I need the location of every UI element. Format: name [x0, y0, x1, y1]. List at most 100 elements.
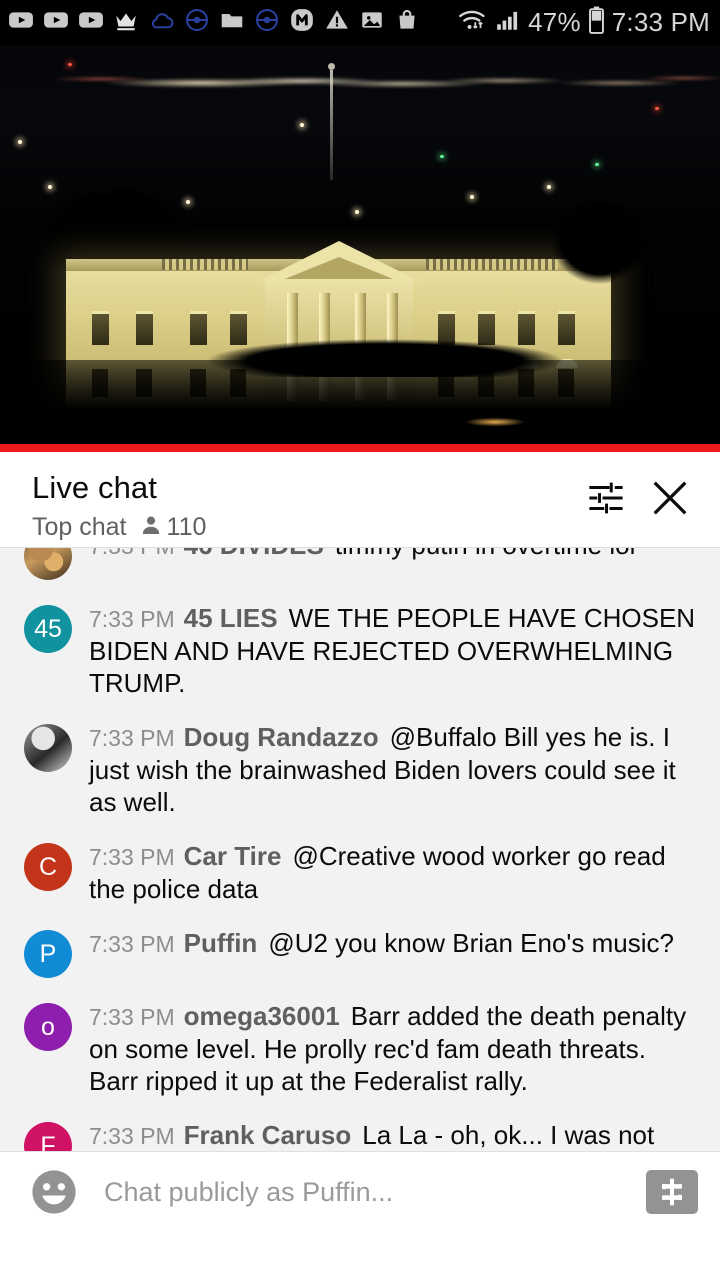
battery-percent-label: 47%	[528, 7, 581, 37]
image-icon	[359, 7, 385, 38]
table-row[interactable]: 45 7:33 PM 45 LIES WE THE PEOPLE HAVE CHOS…	[0, 591, 720, 710]
search-input[interactable]	[104, 1176, 646, 1208]
status-bar-notification-icons	[8, 7, 458, 39]
chat-message-body: 7:33 PM omega36001 Barr added the death pe…	[89, 1000, 698, 1097]
foreground-lawn	[0, 360, 720, 452]
message-timestamp: 7:33 PM	[89, 725, 175, 751]
avatar[interactable]: F	[24, 1122, 72, 1151]
avatar[interactable]	[24, 548, 72, 580]
avatar[interactable]: 45	[24, 605, 72, 653]
video-player[interactable]	[0, 45, 720, 452]
youtube-icon	[8, 7, 34, 38]
message-text: @U2 you know Brian Eno's music?	[268, 928, 674, 958]
avatar-initial: F	[40, 1131, 56, 1152]
avatar[interactable]: P	[24, 930, 72, 978]
avatar-initial: C	[38, 852, 58, 881]
folder-icon	[219, 7, 245, 38]
message-author[interactable]: 45 LIES	[184, 603, 278, 633]
chat-message-body: 7:33 PM Doug Randazzo @Buffalo Bill yes he…	[89, 721, 698, 818]
light-dot-green	[440, 155, 444, 158]
light-dot-red	[68, 63, 72, 66]
table-row[interactable]: C 7:33 PM Car Tire @Creative wood worker g…	[0, 829, 720, 916]
avatar-initial: 45	[34, 614, 62, 643]
close-icon	[647, 475, 693, 526]
chat-message-body: 7:33 PM Frank Caruso La La - oh, ok... I w…	[89, 1119, 698, 1151]
table-row[interactable]: o 7:33 PM omega36001 Barr added the death …	[0, 989, 720, 1108]
crown-icon	[113, 7, 139, 38]
table-row[interactable]: P 7:33 PM Puffin @U2 you know Brian Eno's …	[0, 916, 720, 989]
youtube-icon	[43, 7, 69, 38]
signal-bars-icon	[495, 7, 521, 38]
wifi-icon	[458, 6, 488, 39]
message-text: @Buffalo Bill yes he is. I just wish the…	[89, 722, 676, 817]
dollar-superchat-icon[interactable]	[646, 1170, 698, 1214]
message-author[interactable]: omega36001	[184, 1001, 340, 1031]
cloud-icon	[148, 7, 175, 39]
message-text: WE THE PEOPLE HAVE CHOSEN BIDEN AND HAVE…	[89, 603, 696, 698]
light-dot-red	[655, 107, 659, 110]
light-dot	[355, 210, 359, 214]
chat-composer	[0, 1151, 720, 1232]
emoji-smiley-icon[interactable]	[28, 1166, 80, 1218]
chat-message-body: 7:33 PM Puffin @U2 you know Brian Eno's mu…	[89, 927, 698, 960]
warning-triangle-icon	[324, 7, 350, 38]
message-text: @Creative wood worker go read the police…	[89, 841, 666, 904]
message-timestamp: 7:33 PM	[89, 548, 175, 559]
message-author[interactable]: Doug Randazzo	[184, 722, 379, 752]
live-chat-subheader: Top chat 110	[32, 511, 574, 543]
shopping-bag-icon	[394, 7, 420, 38]
live-chat-message-list[interactable]: 7:33 PM 46 DIVIDES timmy putin in overtime…	[0, 547, 720, 1151]
message-timestamp: 7:33 PM	[89, 844, 175, 870]
pokeball-icon	[184, 7, 210, 38]
table-row[interactable]: F 7:33 PM Frank Caruso La La - oh, ok... I…	[0, 1108, 720, 1151]
viewer-count: 110	[139, 511, 207, 543]
pokeball-icon	[254, 7, 280, 38]
avatar[interactable]	[24, 724, 72, 772]
light-dot-green	[595, 163, 599, 166]
message-timestamp: 7:33 PM	[89, 1004, 175, 1030]
status-bar-system-icons: 47% 7:33 PM	[458, 6, 710, 39]
chat-settings-button[interactable]	[574, 468, 638, 532]
avatar[interactable]: o	[24, 1003, 72, 1051]
video-frame-city-lights	[0, 63, 720, 103]
light-dot	[300, 123, 304, 127]
light-dot	[18, 140, 22, 144]
viewer-count-label: 110	[166, 513, 207, 541]
live-chat-header: Live chat Top chat 110	[0, 452, 720, 547]
message-timestamp: 7:33 PM	[89, 606, 175, 632]
message-text: Barr added the death penalty on some lev…	[89, 1001, 687, 1096]
message-text: timmy putin in overtime lol	[335, 548, 636, 560]
message-author[interactable]: 46 DIVIDES	[184, 548, 324, 560]
chat-message-body: 7:33 PM Car Tire @Creative wood worker go …	[89, 840, 698, 905]
message-author[interactable]: Frank Caruso	[184, 1120, 352, 1150]
m-circle-icon	[289, 7, 315, 38]
video-progress-fill	[0, 444, 720, 452]
message-author[interactable]: Car Tire	[184, 841, 282, 871]
chat-message-body: 7:33 PM 46 DIVIDES timmy putin in overtime…	[89, 548, 698, 562]
avatar-initial: P	[39, 939, 57, 968]
light-dot	[470, 195, 474, 199]
table-row[interactable]: 7:33 PM 46 DIVIDES timmy putin in overtime…	[0, 548, 720, 591]
page-title: Live chat	[32, 470, 157, 505]
youtube-icon	[78, 7, 104, 38]
message-timestamp: 7:33 PM	[89, 931, 175, 957]
close-chat-button[interactable]	[638, 468, 702, 532]
avatar-initial: o	[41, 1012, 55, 1041]
flagpole-finial	[328, 63, 335, 70]
chat-settings-icon	[585, 477, 627, 524]
table-row[interactable]: 7:33 PM Doug Randazzo @Buffalo Bill yes he…	[0, 710, 720, 829]
message-author[interactable]: Puffin	[184, 928, 258, 958]
chat-message-body: 7:33 PM 45 LIES WE THE PEOPLE HAVE CHOSEN …	[89, 602, 698, 699]
person-icon	[139, 513, 163, 542]
chat-mode-label[interactable]: Top chat	[32, 511, 127, 543]
video-progress-bar[interactable]	[0, 444, 720, 452]
battery-icon	[588, 6, 605, 39]
avatar[interactable]: C	[24, 843, 72, 891]
clock-label: 7:33 PM	[611, 7, 710, 37]
message-timestamp: 7:33 PM	[89, 1123, 175, 1149]
status-bar: 47% 7:33 PM	[0, 0, 720, 45]
flagpole	[330, 70, 333, 180]
live-chat-header-titles: Live chat Top chat 110	[32, 468, 574, 543]
foreground-tree-right	[540, 183, 660, 293]
lawn-light-glow	[455, 416, 535, 428]
